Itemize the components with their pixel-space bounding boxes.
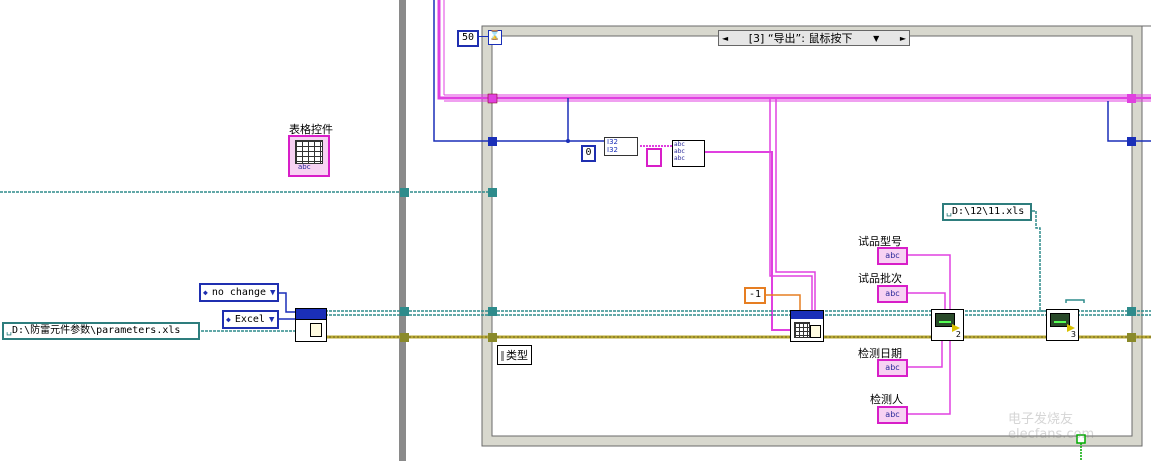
table-icon: [295, 140, 323, 164]
watermark: 电子发烧友 elecfans.com: [1008, 412, 1095, 442]
empty-string-array-constant[interactable]: [646, 148, 662, 167]
input-path-constant[interactable]: ␣D:\防雷元件参数\parameters.xls: [2, 322, 200, 340]
file-format-ring-constant[interactable]: ◆ Excel ▼: [222, 310, 279, 329]
sample-batch-terminal[interactable]: abc: [877, 285, 908, 303]
append-table-subvi[interactable]: [790, 310, 824, 342]
table-control-terminal[interactable]: abc: [288, 135, 330, 177]
array-size-function[interactable]: I32 I32: [604, 137, 638, 156]
document-icon: [310, 323, 322, 337]
save-report-subvi-3[interactable]: 3: [1046, 309, 1079, 341]
build-array-function[interactable]: abc abc abc: [672, 140, 705, 167]
previous-case-button[interactable]: ◄: [722, 34, 728, 43]
sample-model-terminal[interactable]: abc: [877, 247, 908, 265]
dropdown-arrow-icon: ▼: [268, 314, 275, 325]
index-zero-constant[interactable]: 0: [581, 145, 596, 162]
timeout-constant[interactable]: 50: [457, 30, 479, 47]
hourglass-icon: ⌛: [488, 30, 502, 45]
next-case-button[interactable]: ►: [900, 34, 906, 43]
tester-label: 检测人: [870, 393, 903, 406]
structure-frame-left-bar: [399, 0, 406, 461]
test-date-terminal[interactable]: abc: [877, 359, 908, 377]
dropdown-arrow-icon: ▼: [270, 287, 276, 298]
type-label: 类型: [497, 345, 532, 365]
tester-terminal[interactable]: abc: [877, 406, 908, 424]
write-report-subvi-2[interactable]: 2: [931, 309, 964, 341]
wire-string-array-top: [437, 0, 1151, 100]
block-diagram-wires: [0, 0, 1151, 461]
output-path-constant[interactable]: ␣D:\12\11.xls: [942, 203, 1032, 221]
table-icon: [794, 322, 810, 338]
file-mode-ring-constant[interactable]: ◆ no change ▼: [199, 283, 279, 302]
wire-reference-blue: [433, 0, 605, 142]
minus-one-constant[interactable]: -1: [744, 287, 766, 304]
case-dropdown-button[interactable]: ▼: [873, 34, 879, 43]
open-report-subvi[interactable]: [295, 308, 327, 342]
event-case-selector[interactable]: ◄ [3] “导出”: 鼠标按下 ▼ ►: [718, 30, 910, 46]
document-icon: [810, 325, 821, 338]
sample-batch-label: 试品批次: [858, 272, 902, 285]
